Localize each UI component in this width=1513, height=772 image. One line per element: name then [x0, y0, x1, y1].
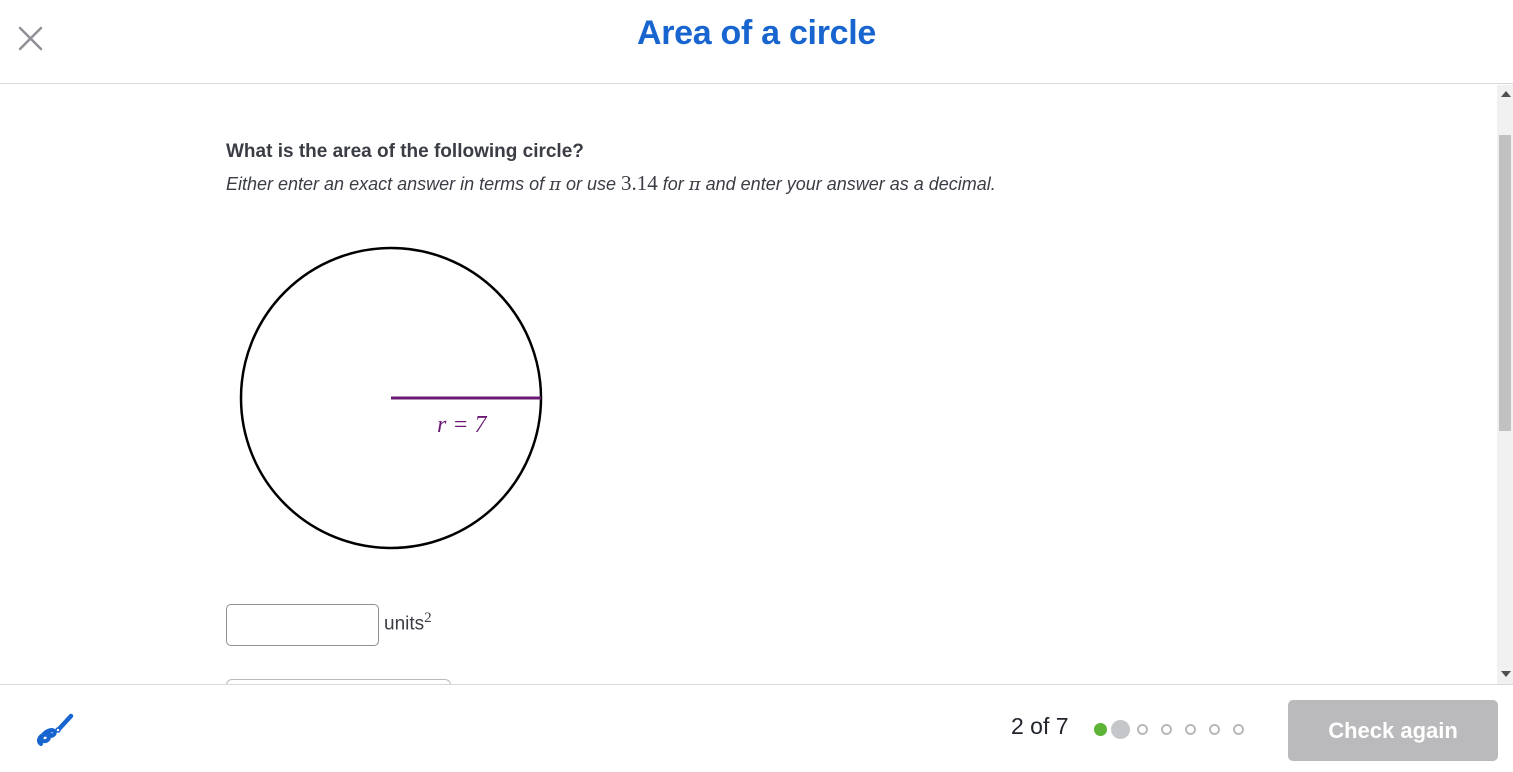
exercise-content: What is the area of the following circle… — [0, 85, 1497, 684]
progress-dot-pending — [1185, 724, 1196, 735]
scroll-thumb[interactable] — [1499, 135, 1511, 431]
progress-dot-pending — [1137, 724, 1148, 735]
progress-dot-pending — [1161, 724, 1172, 735]
pi-symbol-2: π — [688, 174, 701, 195]
vertical-scrollbar[interactable] — [1497, 85, 1513, 684]
pi-approximation: 3.14 — [621, 171, 658, 195]
instruction-text-1: Either enter an exact answer in terms of — [226, 174, 550, 194]
page-title: Area of a circle — [637, 14, 876, 52]
check-again-button[interactable]: Check again — [1288, 700, 1498, 761]
answer-input[interactable] — [226, 604, 379, 646]
progress-counter: 2 of 7 — [1011, 713, 1069, 739]
progress-dot-complete — [1094, 723, 1107, 736]
scroll-down-arrow-icon[interactable] — [1501, 671, 1511, 677]
question-prompt: What is the area of the following circle… — [226, 141, 584, 162]
scratchpad-pencil-icon[interactable] — [32, 707, 78, 751]
progress-dot-pending — [1233, 724, 1244, 735]
radius-label: r = 7 — [437, 412, 488, 438]
progress-dot-current — [1111, 720, 1130, 739]
exercise-footer: 2 of 7 Check again — [0, 684, 1513, 772]
instruction-text-4: and enter your answer as a decimal. — [700, 174, 996, 194]
progress-dots — [1094, 720, 1257, 739]
units-text: units — [384, 613, 425, 635]
circle-diagram: r = 7 — [239, 246, 543, 550]
scroll-up-arrow-icon[interactable] — [1501, 91, 1511, 97]
units-label: units2 — [384, 610, 432, 635]
question-instruction: Either enter an exact answer in terms of… — [226, 171, 996, 196]
scratchpad-button[interactable] — [32, 707, 78, 751]
instruction-text-2: or use — [561, 174, 622, 194]
instruction-text-3: for — [657, 174, 689, 194]
exercise-header: Area of a circle — [0, 0, 1513, 84]
units-exponent: 2 — [424, 610, 432, 627]
answer-row: units2 — [226, 604, 432, 646]
pi-symbol: π — [549, 174, 561, 195]
progress-dot-pending — [1209, 724, 1220, 735]
